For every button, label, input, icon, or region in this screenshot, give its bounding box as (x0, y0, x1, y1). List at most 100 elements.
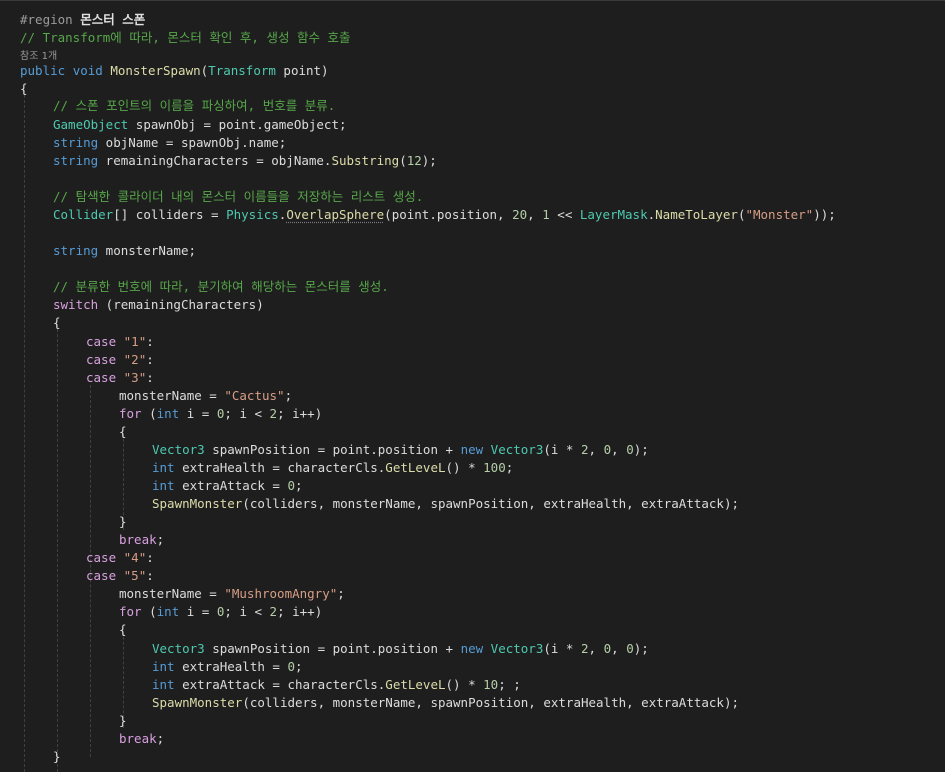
code-token: } (53, 749, 61, 764)
code-token: monsterName = (119, 586, 225, 601)
code-editor[interactable]: #region 몬스터 스폰// Transform에 따라, 몬스터 확인 후… (0, 0, 945, 772)
code-token: 10 (483, 677, 499, 692)
code-token: switch (53, 297, 99, 312)
code-line[interactable]: // 탐색한 콜라이더 내의 몬스터 이름들을 저장하는 리스트 생성. (20, 188, 423, 206)
code-line[interactable]: { (20, 80, 28, 98)
code-token: ; (156, 532, 165, 547)
editor-top-border (0, 0, 945, 1)
code-token: Substring (331, 153, 400, 168)
code-line[interactable]: SpawnMonster(colliders, monsterName, spa… (20, 495, 739, 513)
code-token: SpawnMonster (152, 496, 243, 511)
code-line[interactable]: for (int i = 0; i < 2; i++) (20, 603, 322, 621)
code-token: extraHealth = characterCls. (174, 460, 386, 475)
code-token: () * (445, 677, 484, 692)
code-line[interactable]: int extraHealth = 0; (20, 658, 303, 676)
code-token: } (119, 514, 127, 529)
code-line[interactable]: string remainingCharacters = objName.Sub… (20, 152, 437, 170)
code-token: point) (275, 63, 329, 78)
code-token: Vector3 (490, 442, 544, 457)
code-line[interactable]: // 스폰 포인트의 이름을 파싱하여, 번호를 분류. (20, 97, 335, 115)
code-line[interactable]: int extraAttack = 0; (20, 477, 303, 495)
code-token: extraAttack = characterCls. (174, 677, 386, 692)
code-token: case (86, 370, 117, 385)
code-line[interactable]: SpawnMonster(colliders, monsterName, spa… (20, 694, 739, 712)
code-token: Collider (53, 207, 114, 222)
code-token: NameToLayer (655, 207, 738, 222)
code-token: 2 (269, 604, 278, 619)
code-line[interactable]: } (20, 748, 61, 766)
code-line[interactable]: case "4": (20, 549, 154, 567)
code-token: ( (399, 153, 407, 168)
code-line[interactable]: public void MonsterSpawn(Transform point… (20, 62, 329, 80)
code-token: { (53, 315, 61, 330)
code-token: int (156, 604, 180, 619)
code-line[interactable]: #region 몬스터 스폰 (20, 11, 145, 29)
code-token: : (146, 550, 154, 565)
code-line[interactable]: break; (20, 730, 164, 748)
code-token: 12 (406, 153, 422, 168)
code-token: // 스폰 포인트의 이름을 파싱하여, 번호를 분류. (53, 98, 336, 113)
code-token: // 탐색한 콜라이더 내의 몬스터 이름들을 저장하는 리스트 생성. (53, 189, 424, 204)
code-token: string (53, 153, 99, 168)
code-token: i = (179, 604, 217, 619)
code-token: public (20, 63, 66, 78)
code-token: ( (141, 406, 157, 421)
code-line[interactable]: case "1": (20, 333, 154, 351)
codelens-references[interactable]: 참조 1개 (20, 51, 57, 62)
code-line[interactable]: case "3": (20, 369, 154, 387)
code-token: ; (284, 388, 293, 403)
code-line[interactable]: break; (20, 531, 164, 549)
code-token: )); (813, 207, 836, 222)
code-line[interactable]: Vector3 spawnPosition = point.position +… (20, 441, 649, 459)
code-line[interactable]: { (20, 423, 127, 441)
code-token: string (53, 243, 99, 258)
code-line[interactable]: monsterName = "Cactus"; (20, 387, 292, 405)
code-token: Physics (226, 207, 279, 222)
code-token: OverlapSphere (286, 207, 385, 222)
code-line[interactable]: for (int i = 0; i < 2; i++) (20, 405, 322, 423)
code-line[interactable]: case "2": (20, 351, 154, 369)
code-token: : (146, 334, 154, 349)
code-token: , (588, 442, 604, 457)
code-line[interactable]: string objName = spawnObj.name; (20, 134, 286, 152)
code-line[interactable]: string monsterName; (20, 242, 196, 260)
code-line[interactable]: Collider[] colliders = Physics. OverlapSp… (20, 206, 836, 224)
code-line[interactable]: int extraHealth = characterCls.GetLeveL(… (20, 459, 513, 477)
code-line[interactable]: int extraAttack = characterCls.GetLeveL(… (20, 676, 521, 694)
code-line[interactable]: // Transform에 따라, 몬스터 확인 후, 생성 함수 호출 (20, 29, 351, 47)
code-line[interactable]: Vector3 spawnPosition = point.position +… (20, 640, 649, 658)
code-token: , (611, 641, 627, 656)
code-token: 2 (581, 442, 589, 457)
code-token: Vector3 (490, 641, 544, 656)
code-token: break (119, 532, 157, 547)
code-token: remainingCharacters = objName. (98, 153, 332, 168)
code-token: break (119, 731, 157, 746)
code-line[interactable]: switch (remainingCharacters) (20, 296, 264, 314)
code-line[interactable]: { (20, 314, 61, 332)
code-token: : (146, 352, 154, 367)
code-line[interactable]: // 분류한 번호에 따라, 분기하여 해당하는 몬스터를 생성. (20, 278, 389, 296)
code-token: ); (633, 641, 649, 656)
code-token: . (647, 207, 656, 222)
code-token: 20 (512, 207, 528, 222)
code-token: int (156, 406, 180, 421)
code-token: ( (141, 604, 157, 619)
code-token: objName = spawnObj.name; (98, 135, 287, 150)
code-line[interactable]: case "5": (20, 567, 154, 585)
code-token: ; i++) (277, 406, 323, 421)
code-token: "4" (123, 550, 147, 565)
code-token: , (527, 207, 543, 222)
code-token: "MushroomAngry" (224, 586, 338, 601)
code-token: #region (20, 12, 81, 27)
code-token: case (86, 568, 117, 583)
code-line[interactable]: } (20, 513, 127, 531)
code-token: "3" (123, 370, 147, 385)
code-line[interactable]: GameObject spawnObj = point.gameObject; (20, 116, 347, 134)
code-token: monsterName = (119, 388, 225, 403)
code-line[interactable]: { (20, 621, 127, 639)
code-line[interactable]: } (20, 712, 127, 730)
code-token: { (119, 622, 127, 637)
code-line[interactable]: monsterName = "MushroomAngry"; (20, 585, 345, 603)
